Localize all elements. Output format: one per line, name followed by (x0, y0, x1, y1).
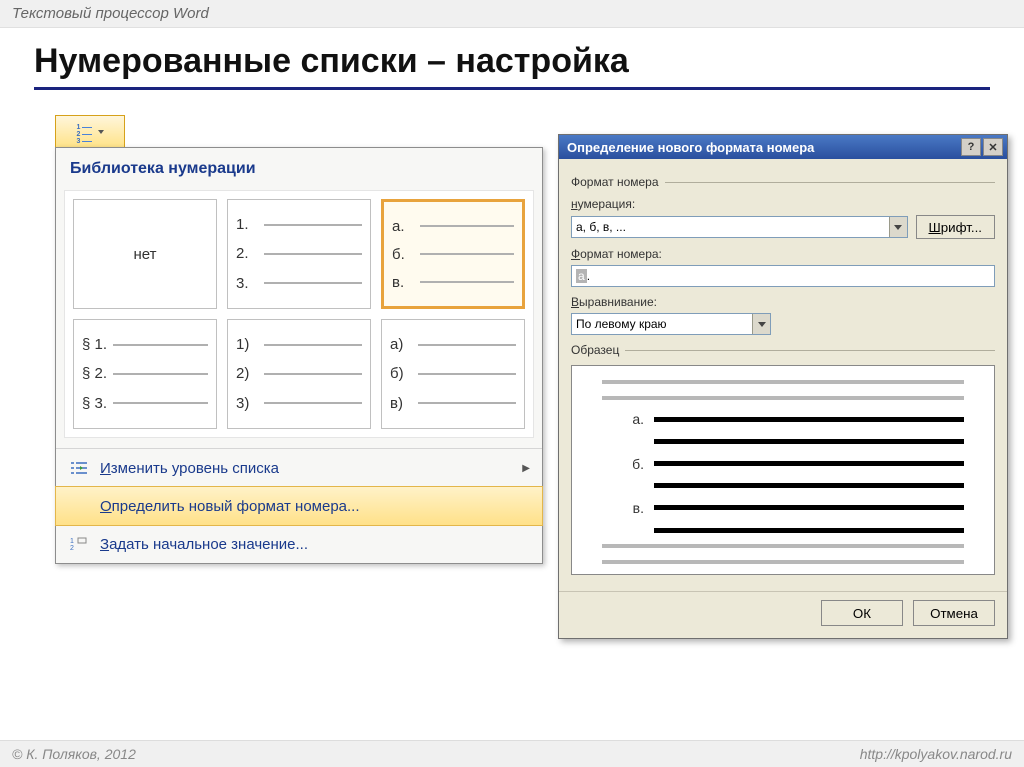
preset-1[interactable]: 1. 2. 3. (227, 199, 371, 309)
title-underline (34, 87, 990, 90)
define-number-format-dialog: Определение нового формата номера ? ✕ Фо… (558, 134, 1008, 639)
menu-label: Задать начальное значение... (100, 536, 308, 553)
preset-4[interactable]: 1) 2) 3) (227, 319, 371, 429)
start-value-icon: 12 (68, 535, 90, 553)
indent-icon (68, 459, 90, 477)
arrow-right-icon: ▶ (522, 463, 530, 474)
svg-text:2: 2 (70, 545, 74, 551)
dialog-titlebar: Определение нового формата номера ? ✕ (559, 135, 1007, 159)
slide-footer: © К. Поляков, 2012 http://kpolyakov.naro… (0, 740, 1024, 767)
menu-change-level[interactable]: Изменить уровень списка ▶ (56, 449, 542, 487)
menu-define-new-format[interactable]: Определить новый формат номера... (55, 486, 543, 526)
cancel-button[interactable]: Отмена (913, 600, 995, 626)
copyright: © К. Поляков, 2012 (12, 746, 136, 762)
preview-box: а. б. в. (571, 365, 995, 575)
preset-2[interactable]: а. б. в. (381, 199, 525, 309)
numbering-gallery: нет 1. 2. 3. а. б. в. § 1. § 2. § 3. 1) … (64, 190, 534, 438)
gallery-section-title: Библиотека нумерации (56, 148, 542, 186)
numbered-list-icon: 1 2 3 (77, 124, 95, 140)
ok-button[interactable]: ОК (821, 600, 903, 626)
menu-set-start-value[interactable]: 12 Задать начальное значение... (56, 525, 542, 563)
footer-url: http://kpolyakov.narod.ru (860, 746, 1012, 762)
numbering-dropdown-panel: Библиотека нумерации нет 1. 2. 3. а. б. … (55, 147, 543, 564)
font-button[interactable]: Шрифт... (916, 215, 996, 239)
preset-3[interactable]: § 1. § 2. § 3. (73, 319, 217, 429)
blank-icon (68, 497, 90, 515)
chevron-down-icon (98, 130, 104, 134)
slide-subtitle: Текстовый процессор Word (0, 0, 1024, 28)
help-button[interactable]: ? (961, 138, 981, 156)
slide-title: Нумерованные списки – настройка (0, 28, 1024, 87)
preset-none[interactable]: нет (73, 199, 217, 309)
chevron-down-icon (889, 217, 907, 237)
menu-label: Определить новый формат номера... (100, 498, 360, 515)
label-numbering: нумерация: (571, 197, 995, 211)
numbering-style-select[interactable]: а, б, в, ... (571, 216, 908, 238)
group-format-label: Формат номера (571, 175, 995, 189)
svg-text:1: 1 (70, 538, 74, 545)
numbering-toolbar-button[interactable]: 1 2 3 (55, 115, 125, 147)
group-sample-label: Образец (571, 343, 995, 357)
number-format-input[interactable]: а. (571, 265, 995, 287)
close-button[interactable]: ✕ (983, 138, 1003, 156)
chevron-down-icon (752, 314, 770, 334)
preset-5[interactable]: а) б) в) (381, 319, 525, 429)
dialog-title: Определение нового формата номера (567, 140, 814, 155)
label-format: Формат номера: (571, 247, 995, 261)
menu-label: Изменить уровень списка (100, 460, 279, 477)
label-alignment: Выравнивание: (571, 295, 995, 309)
alignment-select[interactable]: По левому краю (571, 313, 771, 335)
